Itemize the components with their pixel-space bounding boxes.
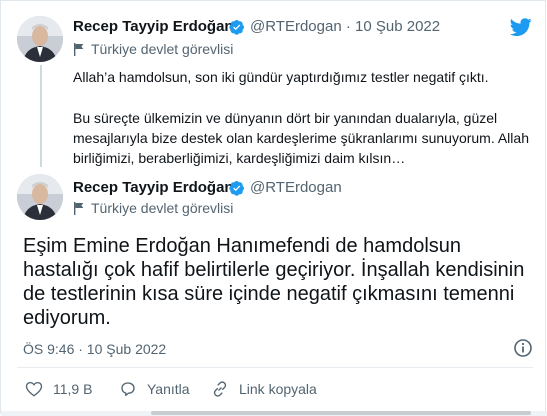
- like-button[interactable]: 11,9 B: [25, 380, 92, 398]
- separator-dot: ·: [345, 18, 351, 35]
- avatar-photo: [17, 174, 63, 220]
- main-tweet-text: Eşim Emine Erdoğan Hanımefendi de hamdol…: [23, 235, 525, 329]
- tweet-date[interactable]: 10 Şub 2022: [355, 18, 440, 35]
- avatar[interactable]: [17, 16, 63, 62]
- heart-icon: [25, 381, 43, 397]
- tweet-embed-card: Recep Tayyip Erdoğan @RTErdogan · 10 Şub…: [0, 0, 547, 416]
- twitter-bird-icon[interactable]: [509, 16, 533, 38]
- flag-icon: [74, 42, 84, 56]
- verified-badge-icon: [229, 20, 244, 35]
- reply-button[interactable]: Yanıtla: [119, 380, 190, 398]
- reply-bubble-icon: [121, 382, 135, 397]
- label-text: Türkiye devlet görevlisi: [91, 200, 234, 216]
- verified-badge-icon: [229, 181, 244, 196]
- scrollbar-thumb[interactable]: [151, 411, 531, 415]
- reply-tweet-text-1: Allah’a hamdolsun, son iki gündür yaptır…: [73, 69, 489, 85]
- government-label: Türkiye devlet görevlisi: [73, 200, 233, 216]
- copy-link-label: Link kopyala: [239, 381, 317, 397]
- author-name[interactable]: Recep Tayyip Erdoğan: [73, 179, 234, 196]
- author-handle[interactable]: @RTErdogan: [250, 179, 342, 196]
- like-count: 11,9 B: [53, 381, 93, 397]
- label-text: Türkiye devlet görevlisi: [91, 41, 234, 57]
- author-handle[interactable]: @RTErdogan · 10 Şub 2022: [250, 18, 440, 35]
- info-icon[interactable]: [513, 338, 533, 358]
- link-icon: [213, 381, 227, 397]
- avatar[interactable]: [17, 174, 63, 220]
- thread-connector: [40, 65, 42, 167]
- avatar-photo: [17, 16, 63, 62]
- reply-label: Yanıtla: [147, 381, 190, 397]
- flag-icon: [74, 201, 84, 215]
- reply-tweet-text-2: Bu süreçte ülkemizin ve dünyanın dört bi…: [73, 110, 529, 166]
- author-name[interactable]: Recep Tayyip Erdoğan: [73, 18, 234, 35]
- copy-link-button[interactable]: Link kopyala: [211, 380, 317, 398]
- divider: [17, 367, 533, 368]
- tweet-timestamp[interactable]: ÖS 9:46 · 10 Şub 2022: [23, 341, 166, 357]
- government-label: Türkiye devlet görevlisi: [73, 41, 233, 57]
